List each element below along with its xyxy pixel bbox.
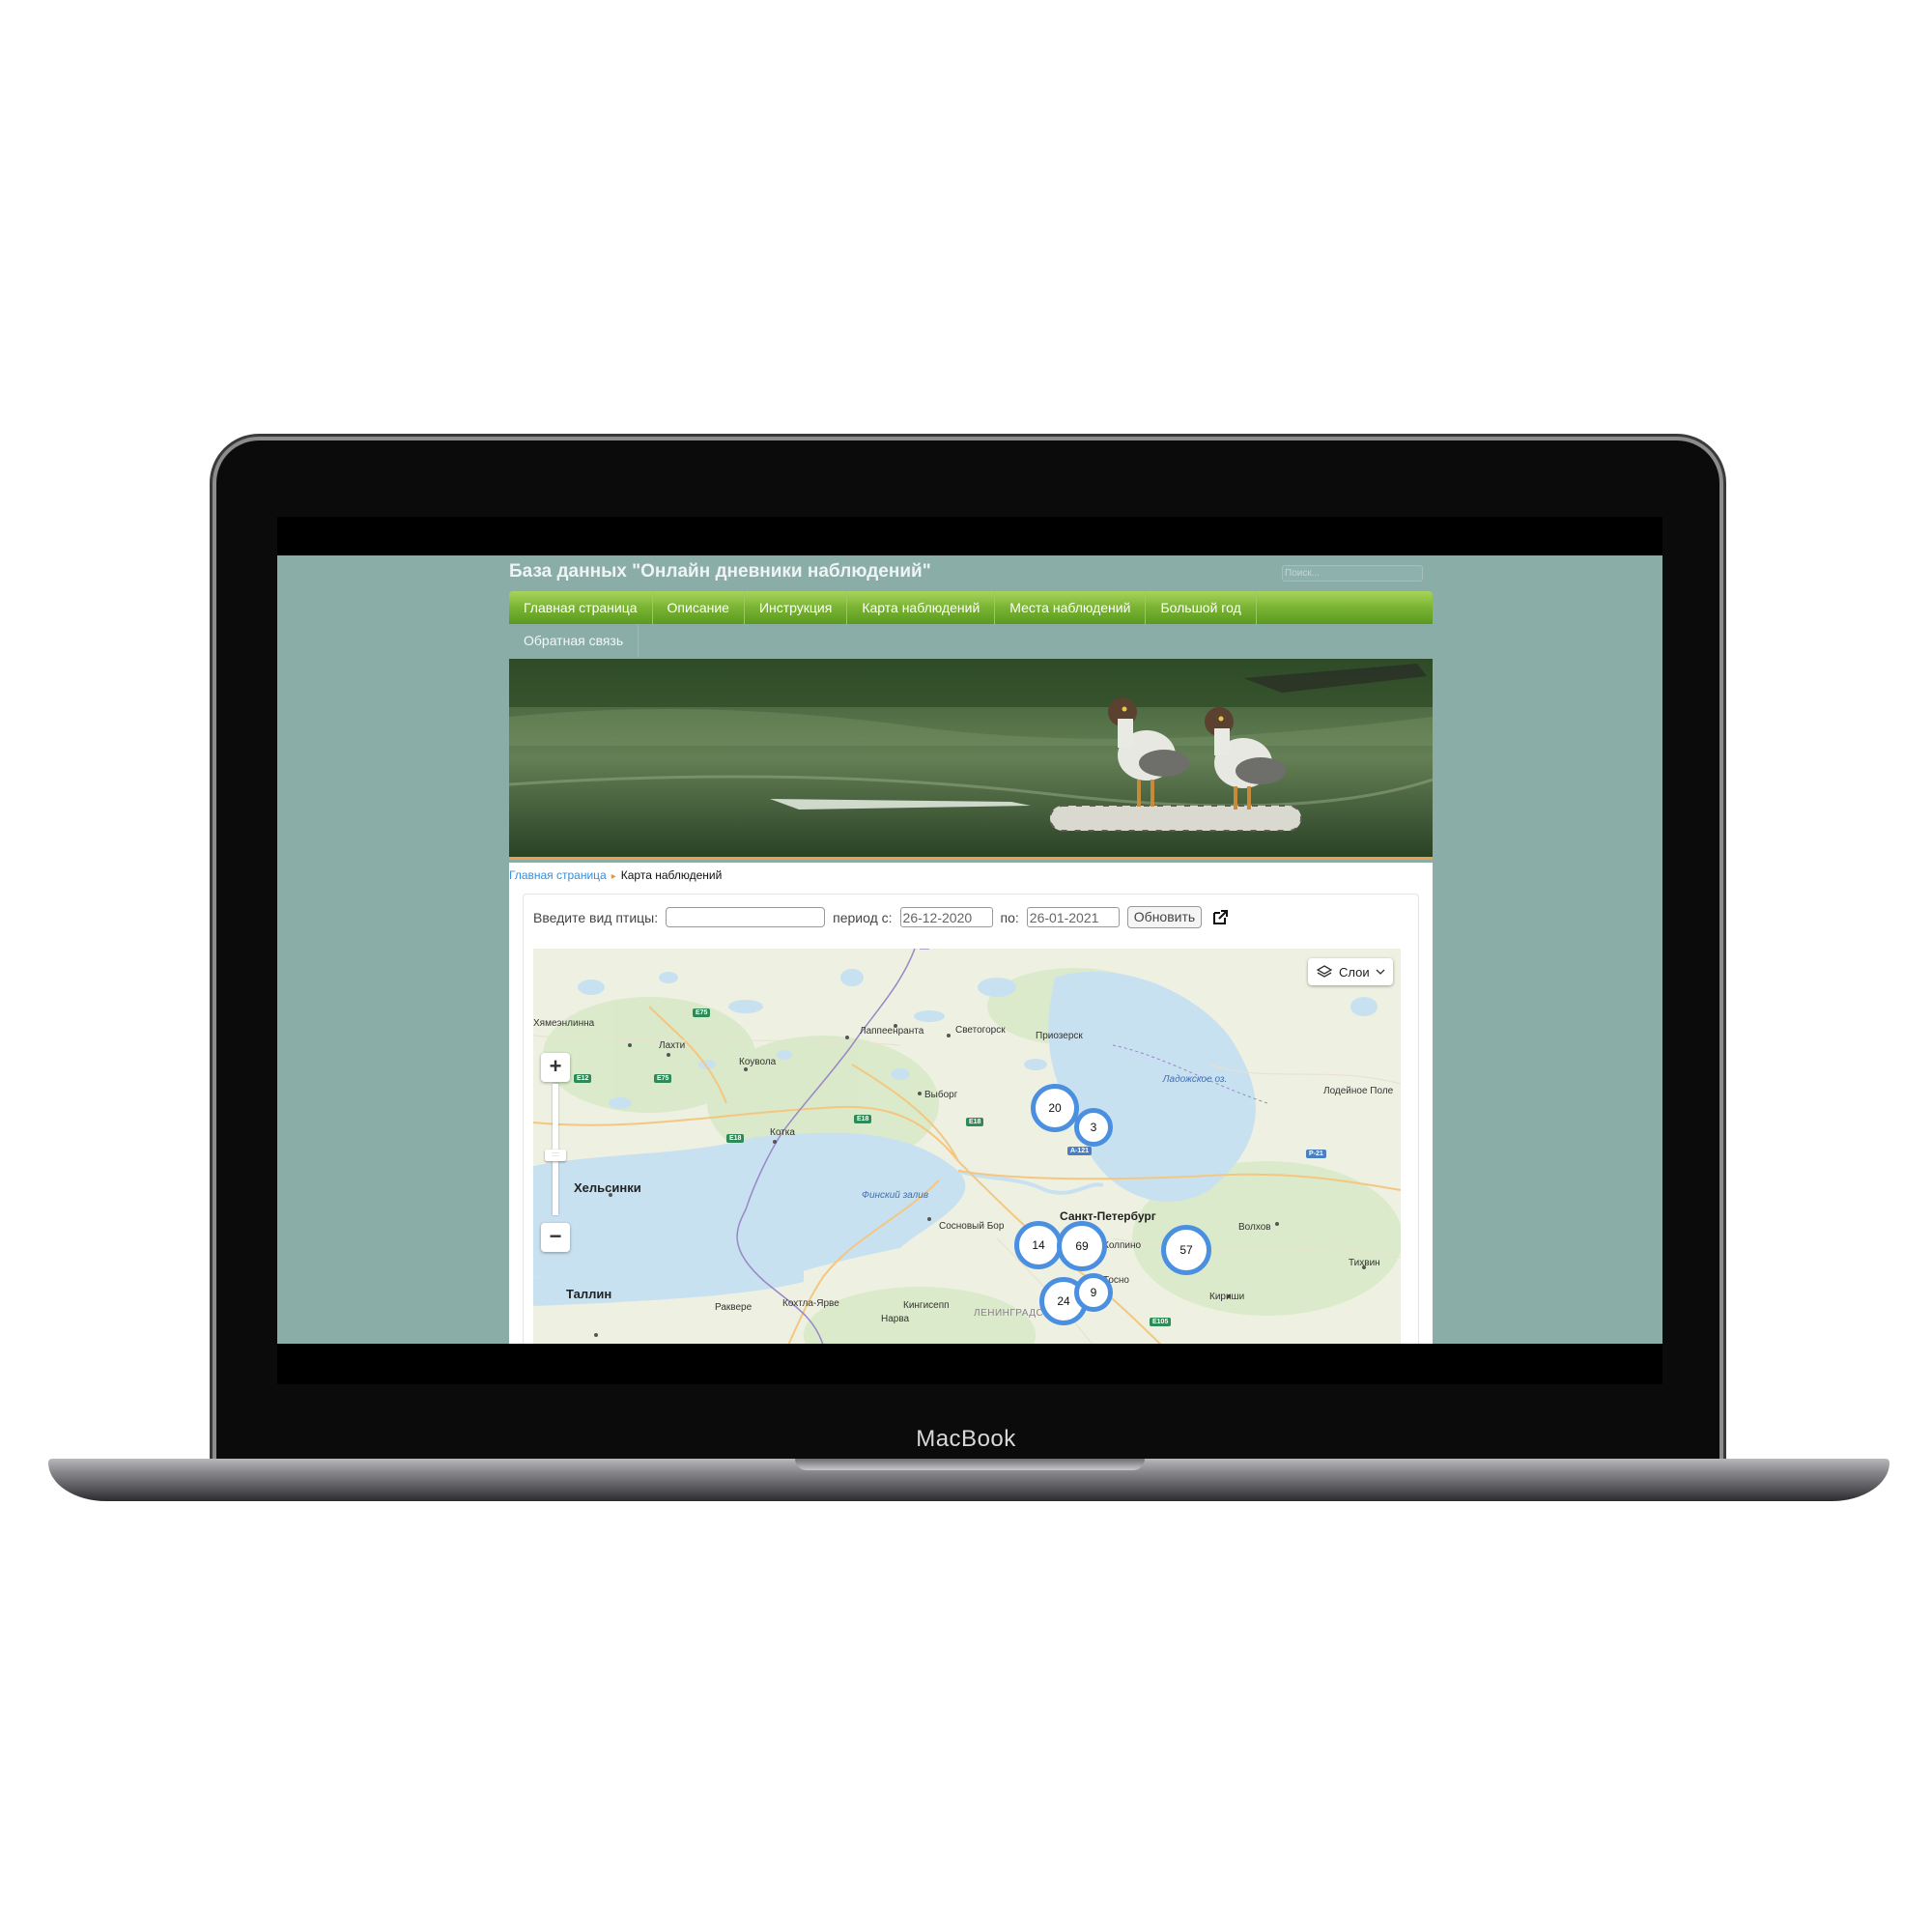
filter-bar: Введите вид птицы: период с: по: Обновит… bbox=[533, 906, 1229, 928]
map-panel: Введите вид птицы: период с: по: Обновит… bbox=[523, 894, 1419, 1344]
map-label-tikhvin: Тихвин bbox=[1349, 1258, 1380, 1268]
map-label-hameenlinna: Хямеэнлинна bbox=[533, 1018, 595, 1029]
laptop-base-notch bbox=[795, 1459, 1145, 1470]
refresh-button[interactable]: Обновить bbox=[1126, 906, 1203, 928]
road-badge: E12 bbox=[574, 1074, 592, 1083]
nav-item-home[interactable]: Главная страница bbox=[509, 591, 653, 624]
road-badge: P-21 bbox=[1306, 1150, 1326, 1158]
period-from-label: период с: bbox=[833, 909, 893, 925]
main-nav: Главная страница Описание Инструкция Кар… bbox=[509, 591, 1433, 657]
map-label-lodeynoe-pole: Лодейное Поле bbox=[1323, 1086, 1394, 1096]
bird-species-input[interactable] bbox=[666, 907, 826, 927]
nav-item-feedback[interactable]: Обратная связь bbox=[509, 624, 639, 657]
map-tiles bbox=[533, 949, 1401, 1344]
road-badge: E75 bbox=[654, 1074, 672, 1083]
map-label-ladoga: Ладожское оз. bbox=[1162, 1074, 1228, 1085]
map-label-rakvere: Раквере bbox=[715, 1302, 753, 1313]
breadcrumb-separator-icon: ▸ bbox=[611, 871, 616, 882]
map-label-narva: Нарва bbox=[881, 1314, 910, 1324]
nav-item-description[interactable]: Описание bbox=[653, 591, 745, 624]
website: База данных "Онлайн дневники наблюдений"… bbox=[277, 555, 1662, 1344]
breadcrumb-home-link[interactable]: Главная страница bbox=[509, 868, 607, 882]
map-label-gulf-of-finland: Финский залив bbox=[862, 1190, 929, 1201]
period-to-input[interactable] bbox=[1026, 907, 1120, 927]
cluster-marker[interactable]: 9 bbox=[1074, 1273, 1113, 1312]
nav-item-observation-places[interactable]: Места наблюдений bbox=[995, 591, 1147, 624]
main-content: Главная страница ▸ Карта наблюдений Введит… bbox=[509, 863, 1433, 1344]
map-label-kolpino: Колпино bbox=[1103, 1240, 1142, 1251]
map-label-sosnovy-bor: Сосновый Бор bbox=[939, 1221, 1005, 1232]
cluster-marker[interactable]: 3 bbox=[1074, 1108, 1113, 1147]
zoom-control: + :::: − bbox=[541, 1053, 570, 1252]
breadcrumb: Главная страница ▸ Карта наблюдений bbox=[509, 868, 722, 882]
map-label-kotka: Котка bbox=[770, 1127, 795, 1138]
cluster-marker[interactable]: 20 bbox=[1031, 1084, 1079, 1132]
bird-label: Введите вид птицы: bbox=[533, 909, 659, 925]
road-badge: E18 bbox=[854, 1115, 872, 1123]
cluster-marker[interactable]: 14 bbox=[1014, 1221, 1063, 1269]
map-label-kohtla-jarve: Кохтла-Ярве bbox=[782, 1298, 839, 1309]
search-input[interactable] bbox=[1282, 565, 1423, 582]
nav-row-2: Обратная связь bbox=[509, 624, 647, 657]
screen: База данных "Онлайн дневники наблюдений"… bbox=[277, 517, 1662, 1384]
nav-item-instructions[interactable]: Инструкция bbox=[745, 591, 848, 624]
map-label-kirishi: Кириши bbox=[1209, 1292, 1245, 1302]
nav-item-big-year[interactable]: Большой год bbox=[1146, 591, 1257, 624]
external-link-icon[interactable] bbox=[1211, 909, 1229, 926]
map-label-volkhov: Волхов bbox=[1238, 1222, 1271, 1233]
map-label-tallinn: Таллин bbox=[566, 1287, 612, 1301]
map-label-helsinki: Хельсинки bbox=[574, 1180, 641, 1195]
map-label-priozersk: Приозерск bbox=[1036, 1031, 1083, 1041]
chevron-down-icon bbox=[1376, 969, 1385, 975]
road-badge: A-121 bbox=[1067, 1147, 1093, 1155]
map-label-svetogorsk: Светогорск bbox=[955, 1025, 1006, 1036]
road-badge: E18 bbox=[966, 1118, 984, 1126]
map-label-lappeenranta: Лаппеенранта bbox=[860, 1026, 924, 1037]
nav-item-observation-map[interactable]: Карта наблюдений bbox=[847, 591, 996, 624]
map-label-kingisepp: Кингисепп bbox=[903, 1300, 950, 1311]
map-label-saint-petersburg: Санкт-Петербург bbox=[1060, 1209, 1156, 1223]
observation-map[interactable]: Хямеэнлинна Лахти Коувола Лаппеенранта С… bbox=[533, 949, 1401, 1344]
layers-label: Слои bbox=[1339, 964, 1370, 980]
cluster-marker[interactable]: 57 bbox=[1161, 1225, 1211, 1275]
road-badge: E105 bbox=[1150, 1318, 1172, 1326]
zoom-slider-handle[interactable]: :::: bbox=[545, 1150, 566, 1161]
map-label-lahti: Лахти bbox=[659, 1040, 686, 1051]
period-to-label: по: bbox=[1000, 909, 1019, 925]
breadcrumb-current: Карта наблюдений bbox=[620, 868, 723, 882]
ducks-photo bbox=[509, 659, 1433, 857]
map-label-vyborg: Выборг bbox=[924, 1090, 958, 1100]
site-title: База данных "Онлайн дневники наблюдений" bbox=[509, 561, 931, 582]
zoom-out-button[interactable]: − bbox=[541, 1223, 570, 1252]
header-banner-image bbox=[509, 659, 1433, 860]
layers-icon bbox=[1316, 965, 1333, 978]
road-badge: E18 bbox=[726, 1134, 745, 1143]
nav-row-1: Главная страница Описание Инструкция Кар… bbox=[509, 591, 1433, 624]
device-label: MacBook bbox=[916, 1426, 1016, 1452]
road-badge: E75 bbox=[693, 1009, 711, 1017]
layers-button[interactable]: Слои bbox=[1308, 958, 1393, 985]
cluster-marker[interactable]: 69 bbox=[1057, 1221, 1107, 1271]
zoom-in-button[interactable]: + bbox=[541, 1053, 570, 1082]
period-from-input[interactable] bbox=[899, 907, 993, 927]
map-label-kouvola: Коувола bbox=[739, 1057, 777, 1067]
